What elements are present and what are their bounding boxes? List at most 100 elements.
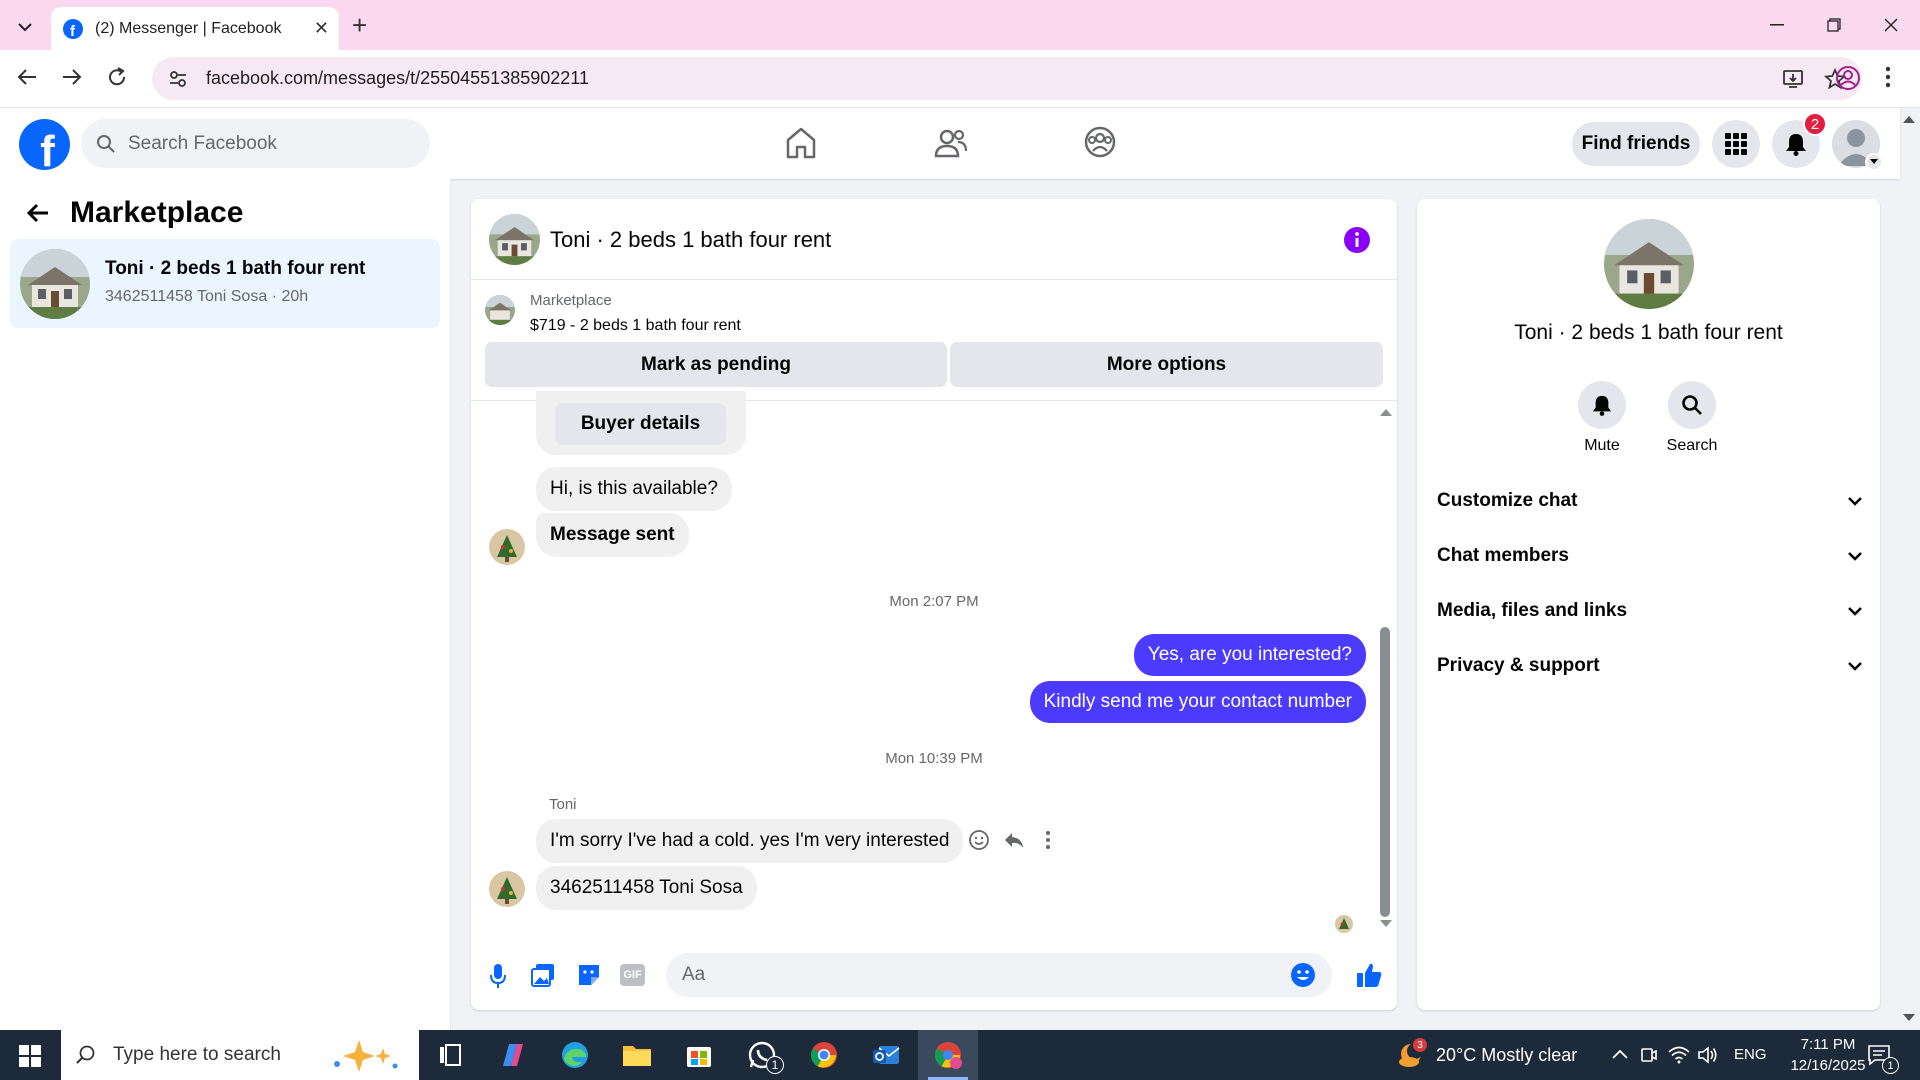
close-tab-icon[interactable]: ✕	[314, 18, 329, 39]
clock-time: 7:11 PM	[1800, 1036, 1856, 1053]
home-icon[interactable]	[785, 126, 817, 160]
chevron-down-icon	[1848, 552, 1862, 561]
chat-panel: Toni · 2 beds 1 bath four rent Marketpla…	[471, 199, 1397, 1010]
more-options-button[interactable]: More options	[950, 342, 1383, 387]
wifi-icon[interactable]	[1668, 1045, 1690, 1065]
clock[interactable]: 7:11 PM 12/16/2025	[1780, 1034, 1876, 1078]
close-window-button[interactable]	[1862, 0, 1919, 50]
mark-as-pending-button[interactable]: Mark as pending	[485, 342, 947, 387]
profile-icon[interactable]	[1835, 65, 1861, 91]
outgoing-message[interactable]: Kindly send me your contact number	[1029, 681, 1366, 723]
back-arrow-icon[interactable]	[16, 66, 38, 88]
browser-tab-bar: f (2) Messenger | Facebook ✕ +	[0, 0, 1920, 50]
marketplace-listing-bar: Marketplace $719 - 2 beds 1 bath four re…	[471, 280, 1397, 401]
media-files-links-section[interactable]: Media, files and links	[1437, 591, 1862, 631]
url-bar[interactable]: facebook.com/messages/t/2550455138590221…	[152, 57, 1862, 100]
grid-menu-icon	[1725, 133, 1747, 155]
house-thumbnail	[20, 249, 90, 319]
file-explorer-icon[interactable]	[621, 1039, 653, 1071]
forward-arrow-icon[interactable]	[61, 66, 83, 88]
page-scroll-up-icon[interactable]	[1903, 114, 1915, 124]
message-input-placeholder: Aa	[682, 964, 706, 985]
volume-icon[interactable]	[1697, 1045, 1719, 1065]
info-icon[interactable]	[1343, 226, 1371, 254]
chrome-profile-active[interactable]	[918, 1030, 978, 1080]
facebook-logo-icon[interactable]: f	[19, 119, 70, 170]
account-dropdown-icon[interactable]	[1865, 153, 1883, 171]
browser-menu-icon[interactable]	[1885, 66, 1891, 88]
sender-name: Toni	[549, 796, 577, 813]
listing-thumbnail	[485, 295, 515, 325]
photo-icon[interactable]	[531, 963, 555, 987]
chat-avatar[interactable]	[489, 214, 540, 265]
facebook-search-input[interactable]: Search Facebook	[81, 119, 430, 168]
microsoft-store-icon[interactable]	[683, 1039, 715, 1071]
message-composer: GIF Aa	[471, 941, 1397, 1010]
tab-search-dropdown[interactable]	[12, 14, 38, 40]
task-view-icon[interactable]	[434, 1039, 466, 1071]
message-sent-notice[interactable]: Message sent	[536, 513, 689, 557]
section-label: Media, files and links	[1437, 600, 1628, 621]
conversation-item[interactable]: Toni · 2 beds 1 bath four rent 346251145…	[10, 239, 440, 328]
back-arrow-icon[interactable]	[26, 202, 50, 224]
install-app-icon[interactable]	[1782, 68, 1804, 90]
friends-icon[interactable]	[934, 126, 968, 160]
chat-scroll-down-icon[interactable]	[1380, 919, 1392, 929]
customize-chat-section[interactable]: Customize chat	[1437, 481, 1862, 521]
weather-widget[interactable]: 3 20°C Mostly clear	[1393, 1030, 1593, 1080]
marketplace-label: Marketplace	[530, 292, 612, 309]
timestamp: Mon 2:07 PM	[889, 593, 979, 610]
chat-scrollbar-thumb[interactable]	[1380, 627, 1390, 917]
facebook-header: f Search Facebook Find friends 2	[0, 108, 1900, 179]
find-friends-button[interactable]: Find friends	[1572, 122, 1700, 166]
new-tab-button[interactable]: +	[352, 10, 367, 41]
reply-icon[interactable]	[1003, 829, 1025, 851]
toni-avatar[interactable]	[489, 529, 525, 565]
restore-button[interactable]	[1805, 0, 1862, 50]
language-indicator[interactable]: ENG	[1734, 1046, 1767, 1063]
listing-price-title[interactable]: $719 - 2 beds 1 bath four rent	[530, 317, 741, 335]
copilot-app-icon[interactable]	[496, 1039, 528, 1071]
browser-tab[interactable]: f (2) Messenger | Facebook ✕	[51, 7, 339, 50]
gif-icon[interactable]: GIF	[620, 964, 645, 986]
groups-icon[interactable]	[1084, 126, 1116, 158]
privacy-support-section[interactable]: Privacy & support	[1437, 646, 1862, 686]
thumbs-up-icon[interactable]	[1355, 961, 1383, 989]
search-in-chat-button[interactable]: Search	[1652, 381, 1732, 455]
toni-avatar[interactable]	[489, 871, 525, 907]
buyer-details-button[interactable]: Buyer details	[555, 403, 726, 445]
whatsapp-badge: 1	[766, 1056, 784, 1074]
chat-scroll-up-icon[interactable]	[1380, 407, 1392, 417]
incoming-message[interactable]: Hi, is this available?	[536, 467, 732, 511]
meet-now-icon[interactable]	[1640, 1045, 1658, 1065]
chat-title[interactable]: Toni · 2 beds 1 bath four rent	[550, 227, 831, 253]
chevron-down-icon	[1848, 607, 1862, 616]
react-emoji-icon[interactable]	[968, 829, 990, 851]
mute-button[interactable]: Mute	[1562, 381, 1642, 455]
more-actions-icon[interactable]	[1045, 829, 1051, 851]
emoji-icon[interactable]	[1290, 962, 1316, 988]
sticker-icon[interactable]	[577, 963, 601, 987]
reload-icon[interactable]	[106, 66, 128, 88]
chrome-icon[interactable]	[808, 1039, 840, 1071]
chrome-profile-icon	[934, 1042, 962, 1069]
url-text: facebook.com/messages/t/2550455138590221…	[206, 68, 589, 88]
tab-title: (2) Messenger | Facebook	[95, 19, 282, 37]
minimize-button[interactable]	[1748, 0, 1805, 50]
show-hidden-icons-icon[interactable]	[1612, 1048, 1628, 1060]
outlook-icon[interactable]	[870, 1039, 902, 1071]
message-input[interactable]: Aa	[666, 953, 1332, 997]
chat-members-section[interactable]: Chat members	[1437, 536, 1862, 576]
taskbar-search[interactable]: Type here to search	[61, 1030, 419, 1080]
conversation-name: Toni · 2 beds 1 bath four rent	[105, 258, 366, 279]
menu-button[interactable]	[1712, 120, 1760, 168]
edge-icon[interactable]	[559, 1039, 591, 1071]
microphone-icon[interactable]	[489, 963, 507, 989]
address-bar-row: facebook.com/messages/t/2550455138590221…	[0, 50, 1920, 108]
outgoing-message[interactable]: Yes, are you interested?	[1133, 634, 1366, 676]
windows-start-icon[interactable]	[19, 1045, 41, 1067]
page-scroll-down-icon[interactable]	[1903, 1013, 1915, 1023]
incoming-message[interactable]: 3462511458 Toni Sosa	[536, 866, 757, 910]
incoming-message[interactable]: I'm sorry I've had a cold. yes I'm very …	[536, 819, 964, 863]
search-placeholder: Search Facebook	[128, 132, 277, 154]
